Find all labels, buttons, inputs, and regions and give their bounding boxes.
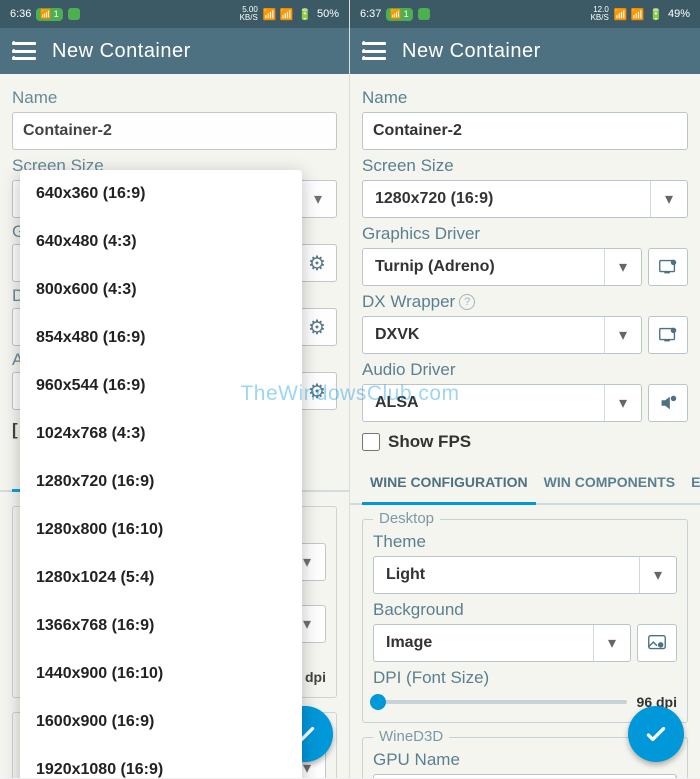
dpi-label: DPI (Font Size) bbox=[373, 668, 677, 688]
gpu-name-select[interactable]: NVIDIA GeForce GTX 480 bbox=[373, 774, 677, 778]
show-fps-label: Show FPS bbox=[388, 432, 471, 452]
app-header: New Container bbox=[0, 28, 349, 74]
page-title: New Container bbox=[402, 40, 541, 63]
name-label: Name bbox=[12, 88, 337, 108]
dropdown-item[interactable]: 640x360 (16:9) bbox=[20, 170, 302, 218]
clock: 6:37 bbox=[360, 8, 381, 20]
signal-icon: 📶 📶 bbox=[614, 8, 644, 21]
help-icon[interactable]: ? bbox=[459, 294, 475, 310]
graphics-driver-select[interactable]: Turnip (Adreno) ▾ bbox=[362, 248, 642, 286]
audio-driver-select[interactable]: ALSA ▾ bbox=[362, 384, 642, 422]
tab-wine-config[interactable]: WINE CONFIGURATION bbox=[362, 462, 536, 505]
app-header: New Container bbox=[350, 28, 700, 74]
signal-icon: 📶 📶 bbox=[263, 8, 293, 21]
status-bar: 6:36 📶 1 5.00KB/S 📶 📶 🔋 50% bbox=[0, 0, 349, 28]
nfc-icon bbox=[418, 8, 430, 20]
dropdown-item[interactable]: 1280x1024 (5:4) bbox=[20, 554, 302, 602]
battery-pct: 49% bbox=[668, 8, 690, 20]
name-input[interactable] bbox=[362, 112, 688, 150]
sim-badge: 📶 1 bbox=[386, 8, 412, 21]
chevron-down-icon[interactable]: ▾ bbox=[651, 181, 687, 217]
chevron-down-icon[interactable]: ▾ bbox=[640, 557, 676, 593]
dropdown-item[interactable]: 1600x900 (16:9) bbox=[20, 698, 302, 746]
battery-pct: 50% bbox=[317, 8, 339, 20]
dropdown-item[interactable]: 1280x800 (16:10) bbox=[20, 506, 302, 554]
dx-wrapper-settings-button[interactable] bbox=[648, 316, 688, 354]
dropdown-item[interactable]: 1920x1080 (16:9) bbox=[20, 746, 302, 778]
theme-select[interactable]: Light ▾ bbox=[373, 556, 677, 594]
gpu-name-label: GPU Name bbox=[373, 750, 677, 770]
screen-size-select[interactable]: 1280x720 (16:9) ▾ bbox=[362, 180, 688, 218]
menu-icon[interactable] bbox=[12, 42, 36, 60]
dropdown-item[interactable]: 854x480 (16:9) bbox=[20, 314, 302, 362]
battery-icon: 🔋 bbox=[298, 8, 312, 21]
dropdown-item[interactable]: 1024x768 (4:3) bbox=[20, 410, 302, 458]
dropdown-item[interactable]: 1440x900 (16:10) bbox=[20, 650, 302, 698]
background-select[interactable]: Image ▾ bbox=[373, 624, 631, 662]
background-label: Background bbox=[373, 600, 677, 620]
dropdown-item[interactable]: 960x544 (16:9) bbox=[20, 362, 302, 410]
tab-env[interactable]: EN bbox=[683, 462, 700, 503]
net-speed: 5.00KB/S bbox=[240, 6, 258, 22]
status-bar: 6:37 📶 1 12.0KB/S 📶 📶 🔋 49% bbox=[350, 0, 700, 28]
dropdown-item[interactable]: 800x600 (4:3) bbox=[20, 266, 302, 314]
sim-badge: 📶 1 bbox=[36, 8, 62, 21]
confirm-fab[interactable] bbox=[628, 706, 684, 762]
background-image-button[interactable] bbox=[637, 624, 677, 662]
name-input[interactable] bbox=[12, 112, 337, 150]
chevron-down-icon[interactable]: ▾ bbox=[605, 249, 641, 285]
battery-icon: 🔋 bbox=[649, 8, 663, 21]
screen-size-dropdown: 640x360 (16:9) 640x480 (4:3) 800x600 (4:… bbox=[20, 170, 302, 778]
desktop-section-title: Desktop bbox=[373, 510, 440, 527]
tab-win-components[interactable]: WIN COMPONENTS bbox=[536, 462, 683, 503]
screen-size-label: Screen Size bbox=[362, 156, 688, 176]
dropdown-item[interactable]: 1280x720 (16:9) bbox=[20, 458, 302, 506]
clock: 6:36 bbox=[10, 8, 31, 20]
dropdown-item[interactable]: 640x480 (4:3) bbox=[20, 218, 302, 266]
dpi-slider[interactable] bbox=[373, 700, 627, 704]
page-title: New Container bbox=[52, 40, 191, 63]
show-fps-checkbox[interactable] bbox=[362, 433, 380, 451]
dx-wrapper-select[interactable]: DXVK ▾ bbox=[362, 316, 642, 354]
chevron-down-icon[interactable]: ▾ bbox=[300, 181, 336, 217]
net-speed: 12.0KB/S bbox=[591, 6, 609, 22]
chevron-down-icon[interactable]: ▾ bbox=[605, 317, 641, 353]
wined3d-section-title: WineD3D bbox=[373, 728, 449, 745]
settings-icon[interactable]: ⚙ bbox=[297, 308, 337, 346]
settings-icon[interactable]: ⚙ bbox=[297, 244, 337, 282]
audio-driver-label: Audio Driver bbox=[362, 360, 688, 380]
audio-driver-settings-button[interactable] bbox=[648, 384, 688, 422]
dx-wrapper-label: DX Wrapper ? bbox=[362, 292, 688, 312]
graphics-driver-settings-button[interactable] bbox=[648, 248, 688, 286]
menu-icon[interactable] bbox=[362, 42, 386, 60]
chevron-down-icon[interactable]: ▾ bbox=[605, 385, 641, 421]
settings-icon[interactable]: ⚙ bbox=[297, 372, 337, 410]
dropdown-item[interactable]: 1366x768 (16:9) bbox=[20, 602, 302, 650]
nfc-icon bbox=[68, 8, 80, 20]
graphics-driver-label: Graphics Driver bbox=[362, 224, 688, 244]
theme-label: Theme bbox=[373, 532, 677, 552]
chevron-down-icon[interactable]: ▾ bbox=[594, 625, 630, 661]
name-label: Name bbox=[362, 88, 688, 108]
